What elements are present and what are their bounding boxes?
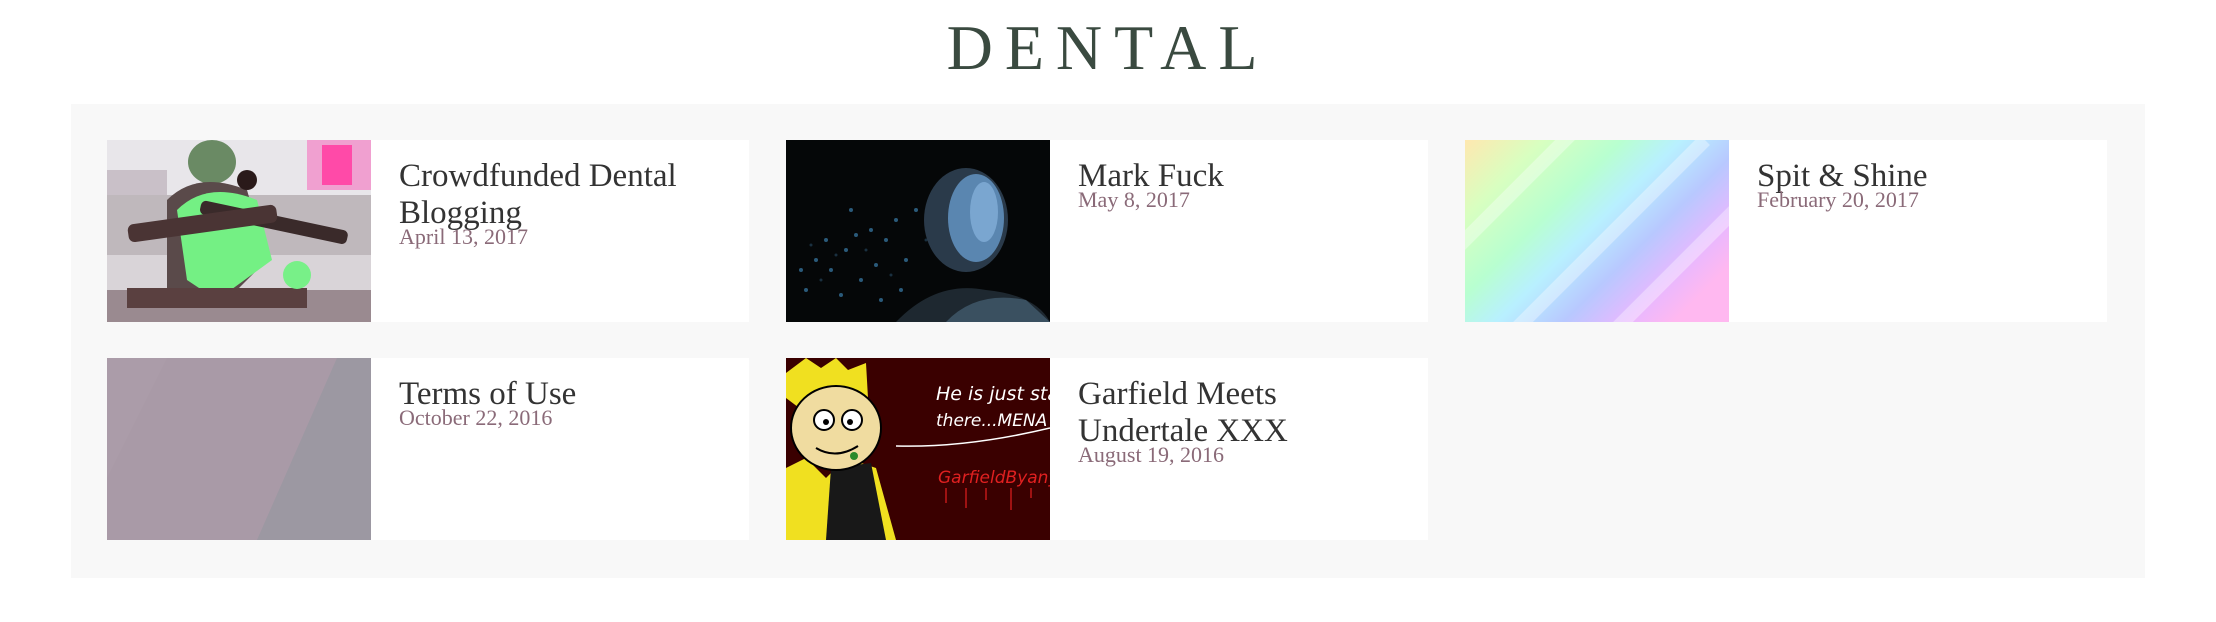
post-date: October 22, 2016 [399,405,553,430]
post-date: February 20, 2017 [1757,187,1919,212]
post-grid: Crowdfunded Dental Blogging April 13, 20… [71,104,2145,578]
post-title[interactable]: Garfield Meets Undertale XXX [1078,376,1408,450]
post-title[interactable]: Crowdfunded Dental Blogging [399,158,729,232]
garfield-caption: He is just stan [936,383,1050,405]
site-title[interactable]: DENTAL [0,6,2216,90]
garfield-caption: there...MENA [936,411,1047,431]
post-thumbnail-portrait-image[interactable] [786,140,1050,322]
post-date: April 13, 2017 [399,224,528,249]
post-date: August 19, 2016 [1078,442,1225,467]
garfield-signature: GarfieldByany [938,468,1050,488]
post-card-spit-and-shine[interactable]: Spit & Shine February 20, 2017 [1465,140,2107,322]
post-thumbnail-garfield-drawing[interactable]: He is just stan there...MENA GarfieldBya… [786,358,1050,540]
post-thumbnail-mauve-image[interactable] [107,358,371,540]
post-date: May 8, 2017 [1078,187,1190,212]
post-thumbnail-sniper-image[interactable] [107,140,371,322]
post-thumbnail-rainbow-image[interactable] [1465,140,1729,322]
post-card-crowdfunded-dental-blogging[interactable]: Crowdfunded Dental Blogging April 13, 20… [107,140,749,322]
post-card-garfield-meets-undertale[interactable]: He is just stan there...MENA GarfieldBya… [786,358,1428,540]
post-card-terms-of-use[interactable]: Terms of Use October 22, 2016 [107,358,749,540]
post-card-mark-fuck[interactable]: Mark Fuck May 8, 2017 [786,140,1428,322]
